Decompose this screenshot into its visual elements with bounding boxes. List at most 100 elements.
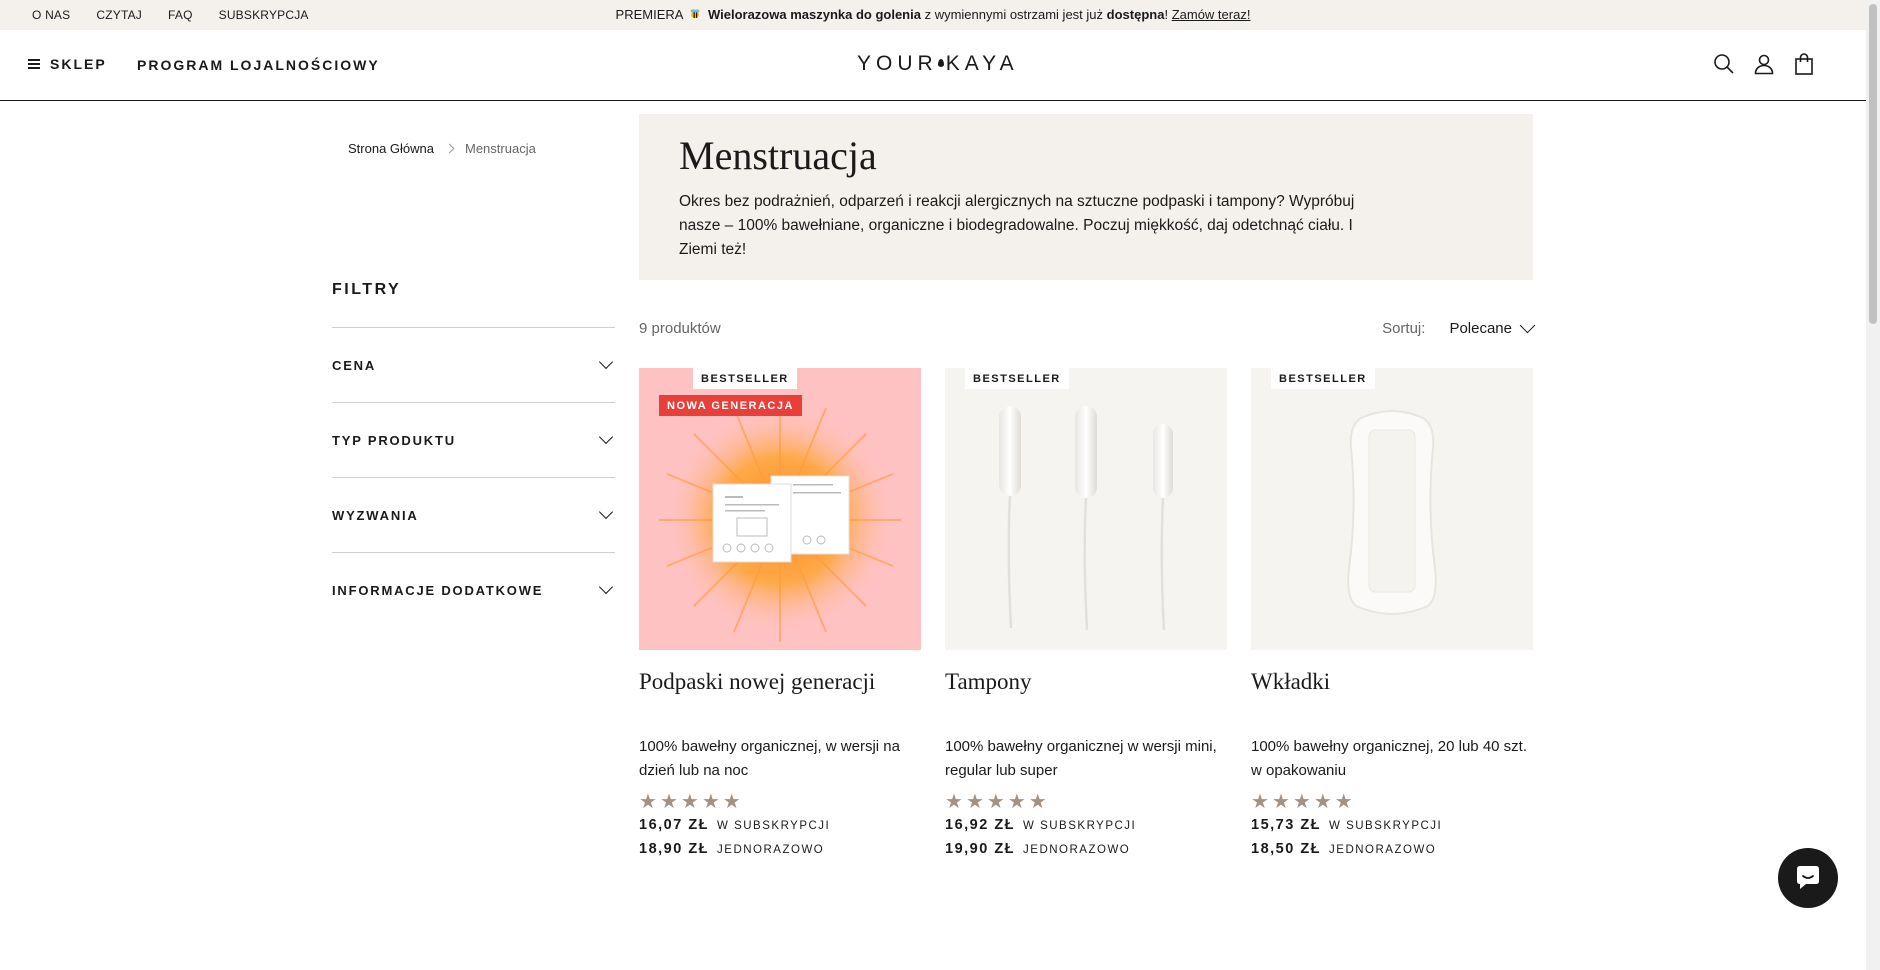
breadcrumb-home[interactable]: Strona Główna [348,141,434,156]
badge-bestseller: BESTSELLER [965,368,1069,389]
product-image-tampons[interactable]: BESTSELLER [945,368,1227,650]
chevron-right-icon [444,143,455,154]
product-card[interactable]: BESTSELLER NOWA GENERACJA Podpaski nowej… [639,368,921,857]
sort-value: Polecane [1449,320,1512,337]
category-hero: Menstruacja Okres bez podrażnień, odparz… [639,114,1533,280]
site-logo[interactable]: YOUR KAYA [857,52,1019,76]
price-kind: W SUBSKRYPCJI [717,820,831,832]
price-amount: 16,92 ZŁ [945,817,1016,833]
price-one-time: 18,90 ZŁ JEDNORAZOWO [639,841,921,857]
header-icons [1712,52,1816,76]
cart-icon[interactable] [1792,52,1816,76]
filter-challenges[interactable]: WYZWANIA [332,477,615,552]
sort-control: Sortuj: Polecane [1382,317,1536,337]
sort-label: Sortuj: [1382,320,1426,337]
star-icon: ★ [965,791,984,813]
price-kind: JEDNORAZOWO [717,844,825,856]
promo-end: ! [1164,7,1169,22]
price-kind: JEDNORAZOWO [1329,844,1437,856]
star-icon: ★ [1028,791,1047,813]
filter-label: TYP PRODUKTU [332,432,456,448]
badge-new-generation: NOWA GENERACJA [659,395,802,416]
product-name[interactable]: Wkładki [1251,669,1533,727]
price-kind: JEDNORAZOWO [1023,844,1131,856]
promo-order-link[interactable]: Zamów teraz! [1172,7,1251,22]
rating-stars: ★ ★ ★ ★ ★ [945,791,1227,813]
star-icon: ★ [659,791,678,813]
breadcrumb: Strona Główna Menstruacja [348,141,536,156]
price-kind: W SUBSKRYPCJI [1329,820,1443,832]
product-image-pads[interactable]: BESTSELLER NOWA GENERACJA [639,368,921,650]
filter-price[interactable]: CENA [332,327,615,402]
chevron-down-icon [598,579,614,595]
chevron-down-icon [598,354,614,370]
price-subscription: 16,07 ZŁ W SUBSKRYPCJI [639,817,921,833]
price-one-time: 18,50 ZŁ JEDNORAZOWO [1251,841,1533,857]
price-amount: 18,50 ZŁ [1251,841,1322,857]
shop-menu-button[interactable]: SKLEP [28,56,107,72]
star-icon: ★ [1313,791,1332,813]
filter-additional-info[interactable]: INFORMACJE DODATKOWE [332,552,615,627]
bee-icon [690,9,700,19]
loyalty-program-link[interactable]: PROGRAM LOJALNOŚCIOWY [137,57,380,73]
chevron-down-icon [1519,317,1536,334]
tampons-illustration [999,406,1173,631]
page-scrollbar[interactable] [1866,0,1880,970]
page-title: Menstruacja [679,133,877,178]
liner-illustration [1347,410,1437,615]
price-subscription: 16,92 ZŁ W SUBSKRYPCJI [945,817,1227,833]
filter-list: CENA TYP PRODUKTU WYZWANIA INFORMACJE DO… [332,327,615,627]
sort-dropdown[interactable]: Polecane [1449,317,1536,337]
star-icon: ★ [986,791,1005,813]
star-icon: ★ [1007,791,1026,813]
product-description: 100% bawełny organicznej, w wersji na dz… [639,738,900,779]
product-image-liners[interactable]: BESTSELLER [1251,368,1533,650]
filter-label: CENA [332,357,377,373]
logo-your: YOUR [857,52,938,75]
product-card[interactable]: BESTSELLER Wkładki 100% bawełny organicz… [1251,368,1533,857]
product-name[interactable]: Podpaski nowej generacji [639,669,921,727]
price-amount: 19,90 ZŁ [945,841,1016,857]
product-count: 9 produktów [639,320,721,337]
category-description: Okres bez podrażnień, odparzeń i reakcji… [679,193,1355,258]
promo-available: dostępna [1106,7,1165,22]
price-amount: 15,73 ZŁ [1251,817,1322,833]
badge-bestseller: BESTSELLER [693,368,797,389]
star-icon: ★ [1334,791,1353,813]
star-icon: ★ [1271,791,1290,813]
filter-label: INFORMACJE DODATKOWE [332,582,544,598]
account-icon[interactable] [1752,52,1776,76]
product-name[interactable]: Tampony [945,669,1227,727]
star-icon: ★ [945,791,963,813]
scrollbar-thumb[interactable] [1869,4,1877,324]
rating-stars: ★ ★ ★ ★ ★ [1251,791,1533,813]
price-subscription: 15,73 ZŁ W SUBSKRYPCJI [1251,817,1533,833]
filter-product-type[interactable]: TYP PRODUKTU [332,402,615,477]
chat-widget-button[interactable] [1778,848,1838,908]
promo-middle: z wymiennymi ostrzami jest już [924,7,1104,22]
product-card[interactable]: BESTSELLER Tampony 100% bawełny organicz… [945,368,1227,857]
search-icon[interactable] [1712,52,1736,76]
star-icon: ★ [701,791,720,813]
shop-menu-label: SKLEP [50,56,107,72]
logo-drop-icon [937,59,944,68]
filter-label: WYZWANIA [332,507,419,523]
rating-stars: ★ ★ ★ ★ ★ [639,791,921,813]
price-kind: W SUBSKRYPCJI [1023,820,1137,832]
star-icon: ★ [1292,791,1311,813]
chat-icon [1797,866,1819,889]
star-icon: ★ [722,791,741,813]
hamburger-icon [28,59,40,69]
filters-title: FILTRY [332,281,402,298]
star-icon: ★ [680,791,699,813]
star-icon: ★ [639,791,657,813]
price-amount: 16,07 ZŁ [639,817,710,833]
promo-prefix: PREMIERA [615,7,683,22]
chevron-down-icon [598,429,614,445]
product-description: 100% bawełny organicznej w wersji mini, … [945,738,1217,779]
announcement-bar: O NAS CZYTAJ FAQ SUBSKRYPCJA PREMIERA Wi… [0,0,1866,30]
price-amount: 18,90 ZŁ [639,841,710,857]
product-description: 100% bawełny organicznej, 20 lub 40 szt.… [1251,738,1528,779]
promo-product: Wielorazowa maszynka do golenia [707,7,921,22]
promo-text: PREMIERA Wielorazowa maszynka do golenia… [0,7,1866,22]
